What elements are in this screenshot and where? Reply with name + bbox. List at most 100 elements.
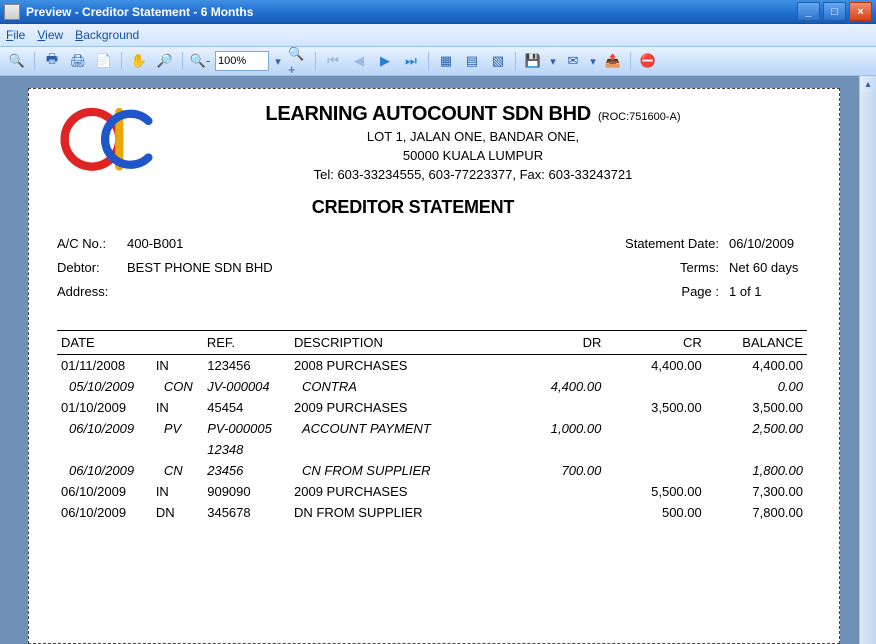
cell-type: DN: [152, 502, 203, 523]
table-header-row: DATE REF. DESCRIPTION DR CR BALANCE: [57, 331, 807, 355]
next-page-icon[interactable]: ▶: [374, 50, 396, 72]
zoom-tool-icon[interactable]: 🔎: [154, 50, 176, 72]
zoom-out-icon[interactable]: 🔍-: [189, 50, 211, 72]
table-row: 05/10/2009CONJV-000004CONTRA4,400.000.00: [57, 376, 807, 397]
window-title: Preview - Creditor Statement - 6 Months: [26, 5, 253, 19]
cell-cr: [605, 418, 705, 439]
table-row: 06/10/2009PVPV-000005ACCOUNT PAYMENT1,00…: [57, 418, 807, 439]
search-icon[interactable]: 🔍: [6, 50, 28, 72]
report-title: CREDITOR STATEMENT: [28, 197, 829, 218]
page: LEARNING AUTOCOUNT SDN BHD (ROC:751600-A…: [28, 88, 840, 644]
cell-desc: 2009 PURCHASES: [290, 481, 505, 502]
cell-bal: 7,800.00: [706, 502, 807, 523]
preview-viewer: LEARNING AUTOCOUNT SDN BHD (ROC:751600-A…: [0, 76, 876, 644]
vertical-scrollbar[interactable]: ▴: [859, 76, 876, 644]
cell-dr: 700.00: [505, 460, 605, 481]
menu-background[interactable]: Background: [75, 28, 139, 42]
hdr-bal: BALANCE: [706, 331, 807, 355]
cell-dr: [505, 397, 605, 418]
cell-dr: [505, 355, 605, 377]
ac-no-label: A/C No.:: [57, 232, 127, 256]
table-row: 01/10/2009IN454542009 PURCHASES3,500.003…: [57, 397, 807, 418]
cell-dr: 1,000.00: [505, 418, 605, 439]
scroll-track[interactable]: [860, 92, 876, 644]
menu-view[interactable]: View: [37, 28, 63, 42]
page-setup-icon[interactable]: 📄: [93, 50, 115, 72]
hdr-dr: DR: [505, 331, 605, 355]
cell-type: PV: [152, 418, 203, 439]
cell-date: 06/10/2009: [57, 502, 152, 523]
email-icon[interactable]: ✉: [562, 50, 584, 72]
cell-desc: DN FROM SUPPLIER: [290, 502, 505, 523]
zoom-dropdown[interactable]: ▾: [271, 51, 285, 71]
cell-cr: [605, 460, 705, 481]
titlebar: Preview - Creditor Statement - 6 Months …: [0, 0, 876, 24]
terms-label: Terms:: [604, 256, 729, 280]
table-row: 06/10/2009DN345678DN FROM SUPPLIER500.00…: [57, 502, 807, 523]
toolbar: 🔍 🖶 🖨 📄 ✋ 🔎 🔍- 100% ▾ 🔍+ ⏮ ◀ ▶ ⏭ ▦ ▤ ▧ 💾…: [0, 47, 876, 76]
save-dropdown[interactable]: ▾: [546, 51, 560, 71]
debtor-value: BEST PHONE SDN BHD: [127, 256, 273, 280]
zoom-in-icon[interactable]: 🔍+: [287, 50, 309, 72]
debtor-label: Debtor:: [57, 256, 127, 280]
cell-desc: [290, 439, 505, 460]
print-icon[interactable]: 🖶: [41, 50, 63, 72]
cell-date: [57, 439, 152, 460]
cell-date: 01/10/2009: [57, 397, 152, 418]
maximize-button[interactable]: □: [823, 2, 846, 21]
cell-date: 06/10/2009: [57, 460, 152, 481]
separator: [121, 52, 122, 70]
cell-ref: 23456: [203, 460, 290, 481]
company-roc: (ROC:751600-A): [598, 111, 681, 123]
cell-bal: 4,400.00: [706, 355, 807, 377]
prev-page-icon[interactable]: ◀: [348, 50, 370, 72]
cell-ref: 123456: [203, 355, 290, 377]
last-page-icon[interactable]: ⏭: [400, 50, 422, 72]
cell-type: CN: [152, 460, 203, 481]
cell-cr: [605, 439, 705, 460]
close-button[interactable]: ×: [849, 2, 872, 21]
company-contact: Tel: 603-33234555, 603-77223377, Fax: 60…: [117, 166, 829, 183]
cell-type: IN: [152, 481, 203, 502]
quick-print-icon[interactable]: 🖨: [67, 50, 89, 72]
cell-ref: 12348: [203, 439, 290, 460]
cell-dr: 4,400.00: [505, 376, 605, 397]
cell-ref: JV-000004: [203, 376, 290, 397]
multipage-icon[interactable]: ▦: [435, 50, 457, 72]
save-icon[interactable]: 💾: [522, 50, 544, 72]
cell-desc: 2009 PURCHASES: [290, 397, 505, 418]
minimize-button[interactable]: _: [797, 2, 820, 21]
cell-ref: 909090: [203, 481, 290, 502]
zoom-value: 100%: [218, 55, 246, 67]
statement-table: DATE REF. DESCRIPTION DR CR BALANCE 01/1…: [57, 330, 807, 523]
cell-date: 06/10/2009: [57, 418, 152, 439]
cell-cr: 3,500.00: [605, 397, 705, 418]
scroll-up-icon[interactable]: ▴: [860, 76, 876, 92]
stop-icon[interactable]: ⛔: [637, 50, 659, 72]
hdr-ref: REF.: [152, 331, 290, 355]
cell-type: [152, 439, 203, 460]
app-icon: [4, 4, 20, 20]
background-icon[interactable]: ▧: [487, 50, 509, 72]
menubar: File View Background: [0, 24, 876, 47]
cell-date: 05/10/2009: [57, 376, 152, 397]
separator: [630, 52, 631, 70]
first-page-icon[interactable]: ⏮: [322, 50, 344, 72]
thumbnails-icon[interactable]: ▤: [461, 50, 483, 72]
viewer-canvas: LEARNING AUTOCOUNT SDN BHD (ROC:751600-A…: [2, 78, 858, 644]
export-icon[interactable]: 📤: [602, 50, 624, 72]
hand-tool-icon[interactable]: ✋: [128, 50, 150, 72]
statement-date-label: Statement Date:: [604, 232, 729, 256]
company-address-1: LOT 1, JALAN ONE, BANDAR ONE,: [117, 128, 829, 145]
cell-bal: 3,500.00: [706, 397, 807, 418]
hdr-date: DATE: [57, 331, 152, 355]
cell-desc: CONTRA: [290, 376, 505, 397]
table-row: 06/10/2009CN23456CN FROM SUPPLIER700.001…: [57, 460, 807, 481]
company-address-2: 50000 KUALA LUMPUR: [117, 147, 829, 164]
separator: [34, 52, 35, 70]
email-dropdown[interactable]: ▾: [586, 51, 600, 71]
cell-dr: [505, 502, 605, 523]
menu-file[interactable]: File: [6, 28, 25, 42]
account-info: A/C No.: 400-B001 Debtor: BEST PHONE SDN…: [57, 232, 829, 304]
zoom-input[interactable]: 100%: [215, 51, 269, 71]
